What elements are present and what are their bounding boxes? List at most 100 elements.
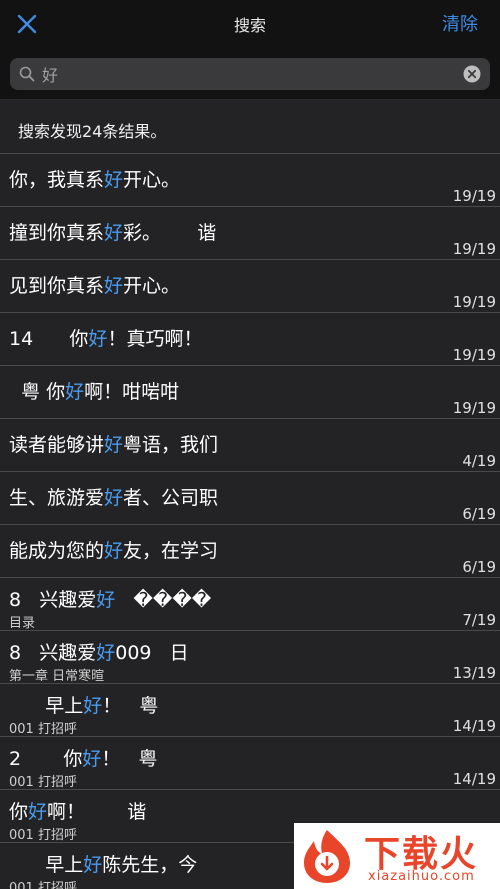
result-chapter: 目录 [9,616,36,631]
result-page-number: 7/19 [462,611,496,629]
result-row[interactable]: 能成为您的好友，在学习 6/19 [0,525,500,578]
watermark: 下载火 xiazaihuo.com [294,823,500,889]
result-match-highlight: 好 [104,222,124,244]
result-row[interactable]: 生、旅游爱好者、公司职 6/19 [0,472,500,525]
result-text-before: 8 兴趣爱 [9,589,97,611]
result-text-after: 啊！咁啱咁 [84,381,180,403]
result-page-number: 13/19 [452,664,496,682]
search-icon [19,66,35,82]
result-match-highlight: 好 [82,748,102,770]
result-chapter: 001 打招呼 [9,828,77,843]
result-text-after: 友，在学习 [123,540,219,562]
result-row[interactable]: 见到你真系好开心。 19/19 [0,260,500,313]
result-text-before: 生、旅游爱 [9,487,105,509]
result-text: 生、旅游爱好者、公司职 [9,483,218,510]
result-text: 你好啊！ 谐 [9,797,146,824]
result-page-number: 19/19 [452,240,496,258]
result-text-before: 能成为您的 [9,540,105,562]
result-text-after: ！ 粤 [102,695,159,717]
result-row[interactable]: 撞到你真系好彩。 谐 19/19 [0,207,500,260]
result-page-number: 6/19 [462,505,496,523]
result-text-after: 开心。 [123,169,181,191]
results-summary: 搜索发现24条结果。 [0,100,500,154]
result-text-before: 8 兴趣爱 [9,642,97,664]
result-text-after: ！真巧啊！ [107,328,203,350]
result-text: 8 兴趣爱好009 日 [9,638,189,665]
result-text-after: 者、公司职 [123,487,219,509]
result-text: 早上好！ 粤 [9,691,158,718]
clear-search-icon[interactable] [463,65,481,83]
result-match-highlight: 好 [104,434,124,456]
result-text-before: 你，我真系 [9,169,105,191]
result-text-after: 啊！ 谐 [47,801,147,823]
result-row[interactable]: 2 你好！ 粤 001 打招呼 14/19 [0,737,500,790]
result-match-highlight: 好 [96,642,116,664]
result-row[interactable]: 14 你好！真巧啊！ 19/19 [0,313,500,366]
result-text: 8 兴趣爱好 ���� [9,585,211,612]
result-chapter: 001 打招呼 [9,881,77,889]
result-page-number: 19/19 [452,293,496,311]
result-match-highlight: 好 [104,540,124,562]
result-page-number: 14/19 [452,770,496,788]
result-row[interactable]: 8 兴趣爱好009 日第一章 日常寒暄 13/19 [0,631,500,684]
result-row[interactable]: 粤 你好啊！咁啱咁 19/19 [0,366,500,419]
page-title: 搜索 [233,16,266,35]
result-chapter: 001 打招呼 [9,722,77,737]
result-text-after: ���� [115,589,212,611]
search-input[interactable] [42,60,452,88]
result-text-before: 2 你 [9,748,83,770]
result-match-highlight: 好 [83,854,103,876]
result-page-number: 6/19 [462,558,496,576]
watermark-url: xiazaihuo.com [368,869,475,884]
result-text-after: 陈先生，今 [102,854,198,876]
result-text-before: 14 你 [9,328,89,350]
result-text: 撞到你真系好彩。 谐 [9,218,216,245]
result-row[interactable]: 你，我真系好开心。 19/19 [0,154,500,207]
result-match-highlight: 好 [28,801,48,823]
result-match-highlight: 好 [104,275,124,297]
result-match-highlight: 好 [104,169,124,191]
result-text-after: 开心。 [123,275,181,297]
result-text-before: 你 [9,801,29,823]
search-box[interactable] [10,58,490,90]
clear-button[interactable]: 清除 [442,10,478,36]
result-text-after: 009 日 [115,642,189,664]
results-count-text: 搜索发现24条结果。 [18,122,167,141]
results-list: 你，我真系好开心。 19/19 撞到你真系好彩。 谐 19/19 见到你真系好开心。 19… [0,154,500,889]
result-text-before: 早上 [9,854,84,876]
result-text-before: 粤 你 [9,381,66,403]
result-page-number: 19/19 [452,187,496,205]
result-match-highlight: 好 [83,695,103,717]
result-page-number: 14/19 [452,717,496,735]
result-text: 见到你真系好开心。 [9,271,180,298]
result-text: 2 你好！ 粤 [9,744,158,771]
result-text-before: 早上 [9,695,84,717]
result-text: 粤 你好啊！咁啱咁 [9,377,179,404]
result-text: 你，我真系好开心。 [9,165,180,192]
result-text: 能成为您的好友，在学习 [9,536,218,563]
result-text-before: 见到你真系 [9,275,105,297]
result-text-after: 彩。 谐 [123,222,217,244]
result-text: 14 你好！真巧啊！ [9,324,202,351]
result-match-highlight: 好 [65,381,85,403]
result-match-highlight: 好 [104,487,124,509]
result-page-number: 19/19 [452,399,496,417]
result-chapter: 第一章 日常寒暄 [9,669,105,684]
result-match-highlight: 好 [96,589,116,611]
result-page-number: 19/19 [452,346,496,364]
search-bar [0,48,500,100]
result-page-number: 4/19 [462,452,496,470]
result-row[interactable]: 读者能够讲好粤语，我们 4/19 [0,419,500,472]
navigation-bar: 搜索 清除 [0,0,500,48]
result-text: 早上好陈先生，今 [9,850,197,877]
result-chapter: 001 打招呼 [9,775,77,790]
result-text-after: ！ 粤 [101,748,158,770]
result-text-before: 撞到你真系 [9,222,105,244]
result-row[interactable]: 8 兴趣爱好 ���� 目录 7/19 [0,578,500,631]
result-match-highlight: 好 [88,328,108,350]
result-text: 读者能够讲好粤语，我们 [9,430,218,457]
result-text-before: 读者能够讲 [9,434,105,456]
flame-logo-icon [298,827,356,885]
result-row[interactable]: 早上好！ 粤 001 打招呼 14/19 [0,684,500,737]
result-text-after: 粤语，我们 [123,434,219,456]
